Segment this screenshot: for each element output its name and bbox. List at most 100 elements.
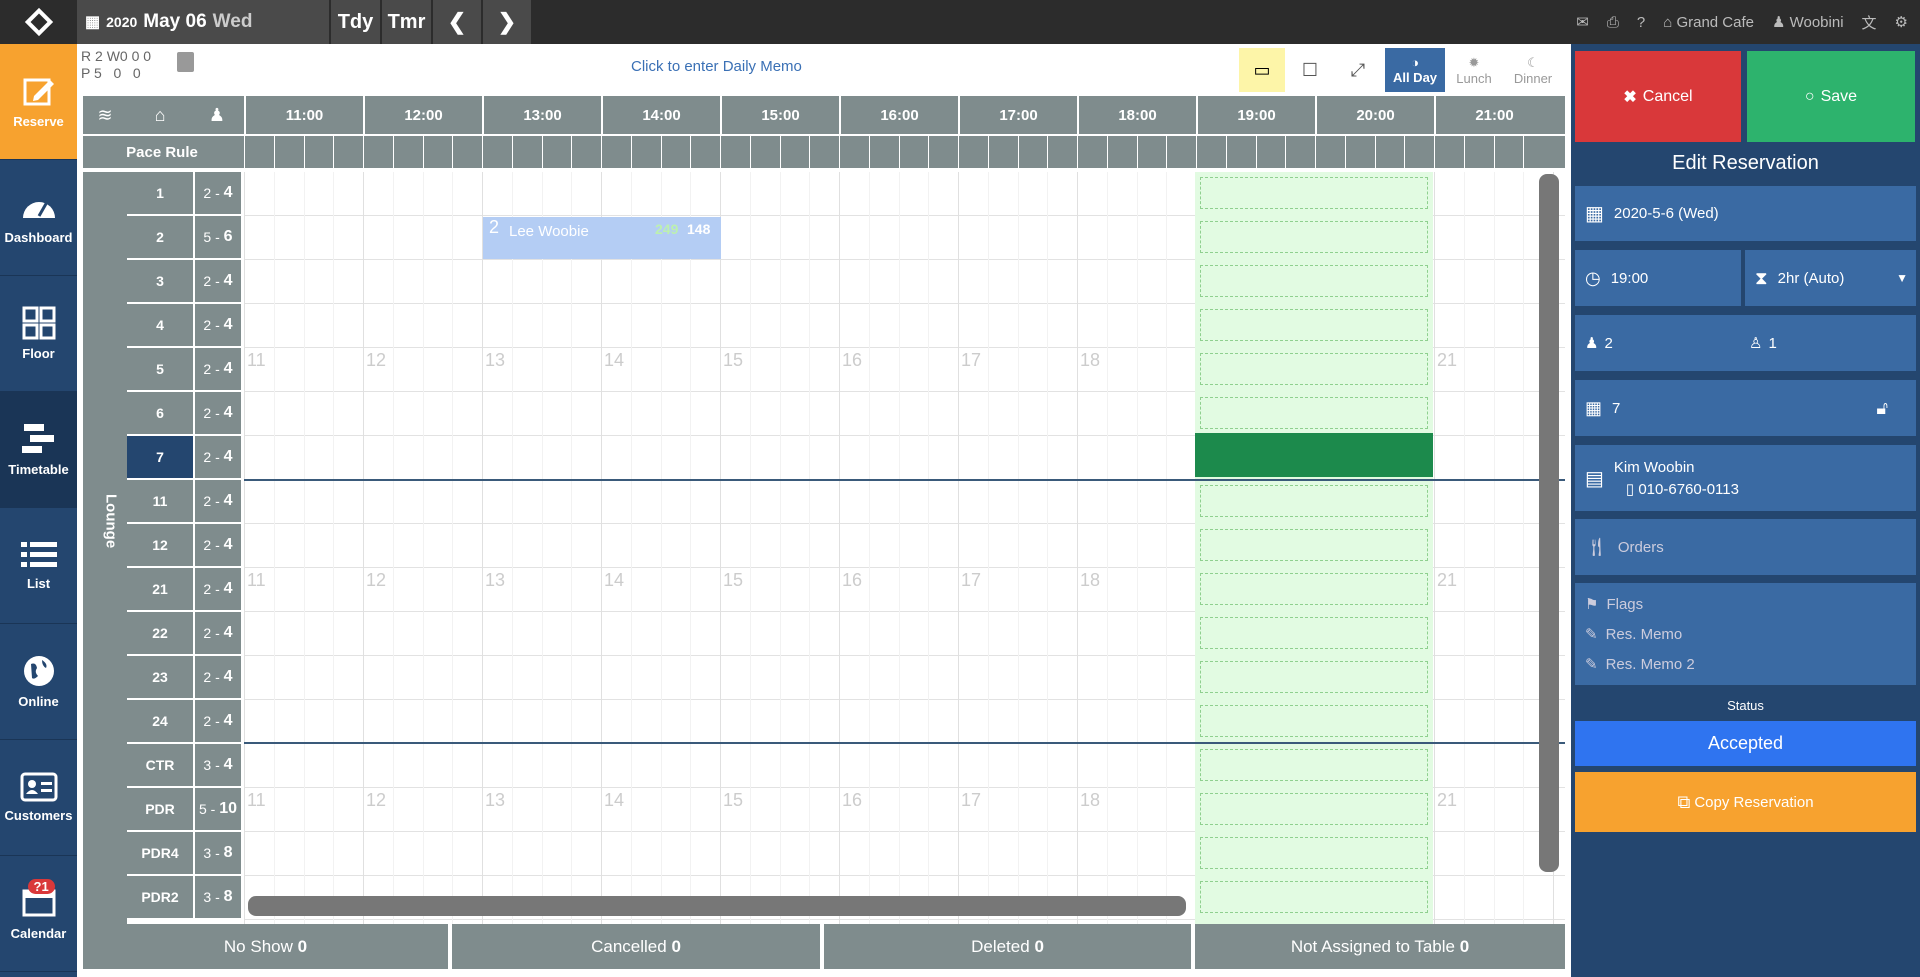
pace-rule-cell[interactable] xyxy=(868,136,897,168)
app-logo-icon[interactable] xyxy=(0,0,77,44)
timeslot-box[interactable] xyxy=(1200,793,1428,825)
footer-unassigned[interactable]: Not Assigned to Table 0 xyxy=(1195,924,1565,969)
timeslot-box[interactable] xyxy=(1200,353,1428,385)
copy-reservation-button[interactable]: ⧉ Copy Reservation xyxy=(1575,772,1916,832)
memo-tag-icon[interactable] xyxy=(177,52,194,72)
pace-rule-cell[interactable] xyxy=(1374,136,1403,168)
pace-rule-cell[interactable] xyxy=(630,136,659,168)
pace-rule-cell[interactable] xyxy=(273,136,302,168)
mail-icon[interactable]: ✉ xyxy=(1576,13,1589,31)
table-sort-icon[interactable]: ⌂ xyxy=(127,96,193,134)
pace-rule-cell[interactable] xyxy=(541,136,570,168)
date-field[interactable]: ▦ 2020-5-6 (Wed) xyxy=(1575,186,1916,241)
daily-memo[interactable]: Click to enter Daily Memo xyxy=(631,58,802,75)
table-name[interactable]: 24 xyxy=(127,700,193,742)
pace-rule-cell[interactable] xyxy=(511,136,540,168)
shift-dinner[interactable]: ☾ Dinner xyxy=(1503,48,1563,92)
timeslot-box[interactable] xyxy=(1200,397,1428,429)
table-name[interactable]: 23 xyxy=(127,656,193,698)
pace-rule-cell[interactable] xyxy=(482,136,510,168)
pace-rule-cell[interactable] xyxy=(779,136,808,168)
table-name[interactable]: 21 xyxy=(127,568,193,610)
pace-rule-cell[interactable] xyxy=(1106,136,1135,168)
pace-rule-cell[interactable] xyxy=(987,136,1016,168)
timeslot-box[interactable] xyxy=(1200,309,1428,341)
reservation-block[interactable]: 2 Lee Woobie 249 148 xyxy=(483,217,721,259)
sidebar-item-calendar[interactable]: ?1 Calendar xyxy=(0,856,77,972)
duration-select[interactable]: ⧗ 2hr (Auto) ▼ xyxy=(1745,250,1916,306)
footer-deleted[interactable]: Deleted 0 xyxy=(824,924,1191,969)
pace-rule-cell[interactable] xyxy=(690,136,718,168)
table-name[interactable]: PDR4 xyxy=(127,832,193,874)
horizontal-scrollbar[interactable] xyxy=(248,896,1186,916)
cancel-button[interactable]: ✖ Cancel xyxy=(1575,51,1741,142)
pace-rule-cell[interactable] xyxy=(809,136,837,168)
sidebar-item-customers[interactable]: Customers xyxy=(0,740,77,856)
help-icon[interactable]: ? xyxy=(1637,14,1645,31)
table-name[interactable]: CTR xyxy=(127,744,193,786)
today-button[interactable]: Tdy xyxy=(331,0,380,44)
footer-cancelled[interactable]: Cancelled 0 xyxy=(452,924,820,969)
presentation-view-button[interactable]: ▭ xyxy=(1239,48,1285,92)
sidebar-item-dashboard[interactable]: Dashboard xyxy=(0,160,77,276)
shift-all-day[interactable]: ◑ All Day xyxy=(1385,48,1445,92)
pace-rule-cell[interactable] xyxy=(958,136,986,168)
res-memo-2-field[interactable]: ✎ Res. Memo 2 xyxy=(1585,655,1695,673)
pace-rule-cell[interactable] xyxy=(1225,136,1254,168)
table-name[interactable]: 6 xyxy=(127,392,193,434)
table-name[interactable]: 4 xyxy=(127,304,193,346)
pace-rule-cell[interactable] xyxy=(749,136,778,168)
vertical-scrollbar[interactable] xyxy=(1539,174,1559,872)
save-button[interactable]: ○ Save xyxy=(1747,51,1915,142)
pace-rule-cell[interactable] xyxy=(839,136,867,168)
orders-field[interactable]: 🍴︎ Orders xyxy=(1575,519,1916,575)
restaurant-selector[interactable]: ⌂ Grand Cafe xyxy=(1663,14,1754,31)
table-name[interactable]: 3 xyxy=(127,260,193,302)
sidebar-item-online[interactable]: Online xyxy=(0,624,77,740)
pace-rule-cell[interactable] xyxy=(422,136,451,168)
print-icon[interactable]: ⎙ xyxy=(1607,14,1619,31)
pace-rule-cell[interactable] xyxy=(1017,136,1046,168)
timeslot-box[interactable] xyxy=(1200,177,1428,209)
timeslot-box[interactable] xyxy=(1200,881,1428,913)
table-name[interactable]: PDR xyxy=(127,788,193,830)
pace-rule-cell[interactable] xyxy=(928,136,956,168)
time-field[interactable]: ◷ 19:00 xyxy=(1575,250,1741,306)
pace-rule-cell[interactable] xyxy=(1434,136,1462,168)
table-name[interactable]: PDR2 xyxy=(127,876,193,918)
table-name[interactable]: 7 xyxy=(127,436,193,478)
sidebar-item-list[interactable]: List xyxy=(0,508,77,624)
pace-rule-cell[interactable] xyxy=(303,136,332,168)
pace-rule-cell[interactable] xyxy=(1523,136,1551,168)
pace-rule-cell[interactable] xyxy=(1493,136,1522,168)
square-view-button[interactable]: ☐ xyxy=(1287,48,1333,92)
pace-rule-cell[interactable] xyxy=(392,136,421,168)
pace-rule-cell[interactable] xyxy=(601,136,629,168)
flags-field[interactable]: ⚑ Flags xyxy=(1585,595,1643,613)
timeslot-box[interactable] xyxy=(1200,573,1428,605)
selected-reservation-slot[interactable] xyxy=(1195,433,1433,477)
status-button[interactable]: Accepted xyxy=(1575,721,1916,766)
translate-icon[interactable]: 文 xyxy=(1862,12,1877,33)
pace-rule-cell[interactable] xyxy=(1463,136,1492,168)
layers-icon[interactable]: ≋ xyxy=(83,96,127,134)
pace-rule-cell[interactable] xyxy=(333,136,361,168)
pace-rule-cell[interactable] xyxy=(571,136,599,168)
next-day-button[interactable]: ❯ xyxy=(483,0,531,44)
shift-lunch[interactable]: ✹ Lunch xyxy=(1445,48,1503,92)
res-memo-field[interactable]: ✎ Res. Memo xyxy=(1585,625,1682,643)
timeslot-box[interactable] xyxy=(1200,485,1428,517)
tomorrow-button[interactable]: Tmr xyxy=(382,0,431,44)
table-name[interactable]: 1 xyxy=(127,172,193,214)
pace-rule-cell[interactable] xyxy=(1255,136,1284,168)
timeslot-box[interactable] xyxy=(1200,749,1428,781)
table-name[interactable]: 2 xyxy=(127,216,193,258)
table-name[interactable]: 22 xyxy=(127,612,193,654)
pace-rule-cell[interactable] xyxy=(1047,136,1075,168)
timeslot-box[interactable] xyxy=(1200,529,1428,561)
pace-rule-cell[interactable] xyxy=(1136,136,1165,168)
pace-rule-cell[interactable] xyxy=(452,136,480,168)
fullscreen-button[interactable]: ⤢ xyxy=(1335,48,1381,92)
timeslot-box[interactable] xyxy=(1200,837,1428,869)
pace-rule-cell[interactable] xyxy=(660,136,689,168)
